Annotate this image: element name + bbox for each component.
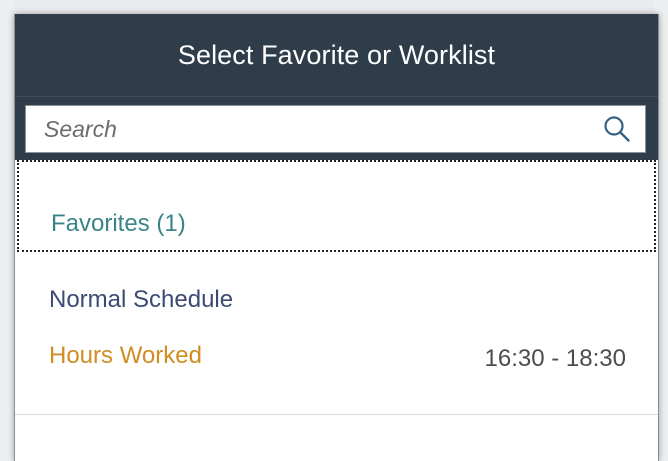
- dialog-header: Select Favorite or Worklist: [15, 14, 658, 96]
- select-favorite-dialog: Select Favorite or Worklist Favorites (1…: [14, 14, 659, 461]
- search-field[interactable]: [25, 105, 646, 153]
- search-icon[interactable]: [603, 115, 631, 143]
- search-input[interactable]: [26, 106, 586, 152]
- favorites-group-header[interactable]: Favorites (1): [17, 160, 656, 252]
- item-title: Normal Schedule: [49, 286, 234, 313]
- background-app-strip: [0, 0, 668, 14]
- list-item[interactable]: Normal Schedule Hours Worked 16:30 - 18:…: [15, 252, 658, 415]
- dialog-title: Select Favorite or Worklist: [177, 40, 496, 70]
- dialog-subheader: [15, 96, 658, 169]
- item-time-range: 16:30 - 18:30: [484, 345, 626, 372]
- page: Select Favorite or Worklist Favorites (1…: [0, 0, 668, 461]
- background-left-edge: [0, 0, 14, 461]
- favorites-group-label: Favorites (1): [51, 210, 186, 237]
- item-subtitle: Hours Worked: [49, 342, 202, 369]
- favorites-list: Favorites (1) Normal Schedule Hours Work…: [15, 160, 658, 461]
